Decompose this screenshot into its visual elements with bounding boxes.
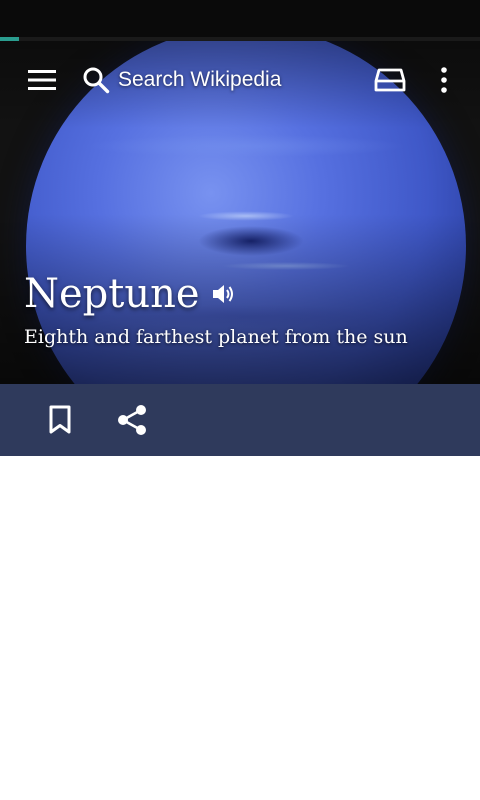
- bookmark-outline-icon: [49, 405, 71, 434]
- menu-button[interactable]: [18, 38, 66, 122]
- overflow-menu-button[interactable]: [424, 38, 464, 122]
- hamburger-menu-icon: [28, 70, 56, 90]
- article-title-row: Neptune: [24, 268, 236, 320]
- share-button[interactable]: [104, 384, 160, 456]
- share-icon: [118, 405, 146, 435]
- toolbar: Search Wikipedia: [0, 38, 480, 122]
- article-content: [0, 456, 480, 800]
- reading-list-button[interactable]: [366, 38, 414, 122]
- pronunciation-button[interactable]: [210, 281, 236, 307]
- search-icon: [83, 67, 110, 94]
- search-label: Search Wikipedia: [118, 68, 282, 91]
- status-bar: [0, 0, 480, 38]
- reading-list-icon: [374, 68, 406, 92]
- speaker-icon: [212, 285, 233, 303]
- article-action-bar: [0, 384, 480, 456]
- article-description: Eighth and farthest planet from the sun: [24, 326, 408, 348]
- search-button[interactable]: Search Wikipedia: [82, 38, 352, 122]
- more-vert-icon: [441, 67, 447, 93]
- article-title: Neptune: [24, 271, 200, 317]
- save-to-list-button[interactable]: [32, 384, 88, 456]
